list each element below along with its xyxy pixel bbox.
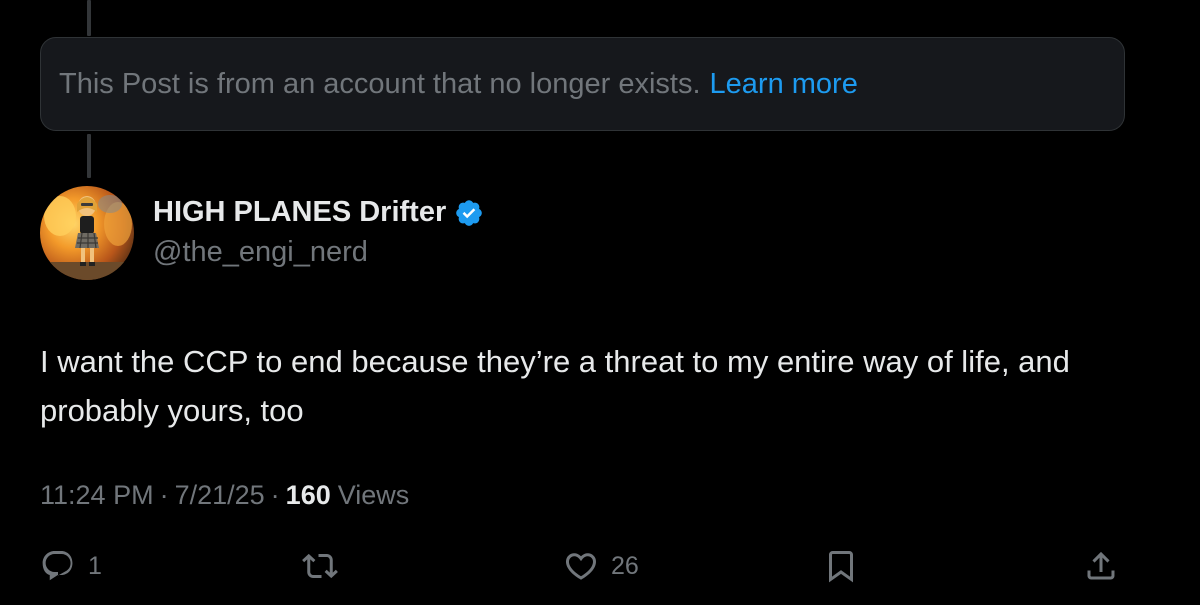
post-text: I want the CCP to end because they’re a … <box>40 344 1070 428</box>
views-label[interactable]: Views <box>338 480 410 511</box>
bookmark-button[interactable] <box>823 548 859 584</box>
reply-button[interactable]: 1 <box>40 548 102 584</box>
thread-connector <box>87 134 91 178</box>
repost-icon <box>302 553 338 579</box>
like-button[interactable]: 26 <box>563 548 639 584</box>
meta-separator: · <box>159 480 169 510</box>
deleted-account-notice: This Post is from an account that no lon… <box>40 37 1125 131</box>
views-count[interactable]: 160 <box>286 480 331 511</box>
like-count: 26 <box>611 551 639 580</box>
author-handle[interactable]: @the_engi_nerd <box>153 236 368 269</box>
author-name-text: HIGH PLANES Drifter <box>153 196 447 228</box>
share-icon <box>1087 551 1115 580</box>
bookmark-icon <box>829 551 853 583</box>
repost-button[interactable] <box>302 548 338 584</box>
thread-connector-top <box>87 0 91 36</box>
heart-icon <box>565 553 597 580</box>
reply-count: 1 <box>88 551 102 580</box>
share-button[interactable] <box>1083 548 1119 584</box>
learn-more-link[interactable]: Learn more <box>710 68 858 101</box>
post-metadata: 11:24 PM · 7/21/25 · 160 Views <box>40 480 409 511</box>
verified-badge-icon <box>454 198 484 228</box>
meta-separator: · <box>270 480 280 510</box>
reply-icon <box>42 551 73 581</box>
notice-text: This Post is from an account that no lon… <box>59 67 701 100</box>
avatar[interactable] <box>40 186 134 280</box>
avatar-illustration <box>40 186 134 280</box>
post-time[interactable]: 11:24 PM <box>40 480 154 511</box>
author-display-name[interactable]: HIGH PLANES Drifter <box>153 196 484 229</box>
post-date[interactable]: 7/21/25 <box>175 480 265 511</box>
